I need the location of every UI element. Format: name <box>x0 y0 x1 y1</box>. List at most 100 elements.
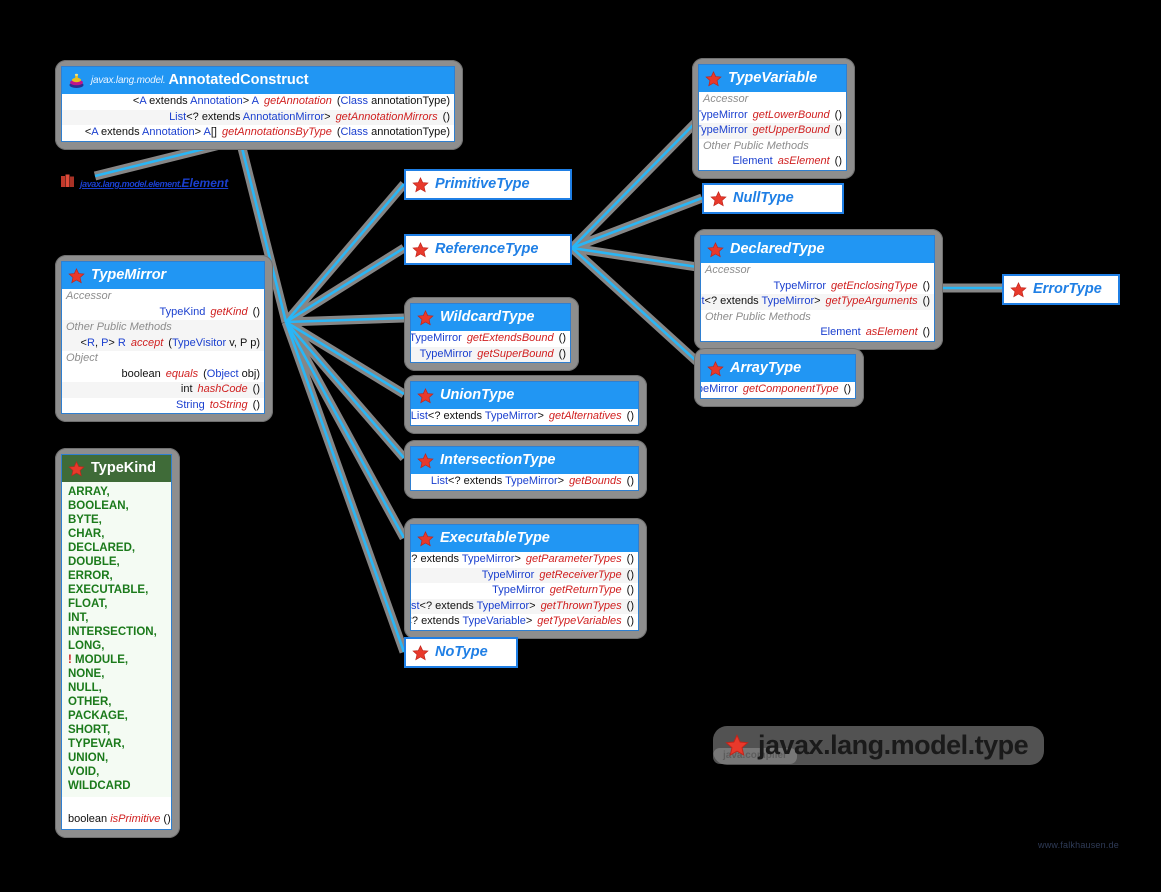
member-row[interactable]: TypeMirror getLowerBound () <box>699 108 846 124</box>
member-type: String <box>176 398 205 411</box>
enum-constant[interactable]: SHORT, <box>68 723 165 737</box>
class-box-type-mirror[interactable]: TypeMirror Accessor TypeKind getKind () … <box>55 255 273 422</box>
member-name: isPrimitive <box>110 813 161 825</box>
enum-constant[interactable]: VOID, <box>68 765 165 779</box>
class-box-null-type[interactable]: NullType <box>702 183 844 214</box>
class-box-intersection-type[interactable]: IntersectionType List<? extends TypeMirr… <box>404 440 647 499</box>
class-inner: WildcardType TypeMirror getExtendsBound … <box>410 303 571 363</box>
member-row[interactable]: TypeKind getKind () <box>62 305 264 321</box>
member-type: TypeMirror <box>701 383 738 395</box>
member-row[interactable]: <A extends Annotation> A getAnnotation (… <box>62 94 454 110</box>
enum-constant[interactable]: BYTE, <box>68 513 165 527</box>
class-box-annotated-construct[interactable]: javax.lang.model. AnnotatedConstruct <A e… <box>55 60 463 150</box>
member-row[interactable]: List<? extends TypeMirror> getThrownType… <box>410 598 638 614</box>
class-box-error-type[interactable]: ErrorType <box>1002 274 1120 305</box>
member-name: getAnnotationMirrors <box>335 110 438 123</box>
enum-constant[interactable]: LONG, <box>68 639 165 653</box>
enum-divider <box>62 797 171 809</box>
interface-star-icon <box>412 644 429 661</box>
member-name: asElement <box>865 326 918 338</box>
member-row[interactable]: String toString () <box>62 398 264 414</box>
external-ref-package: javax.lang.model.element. <box>80 179 182 189</box>
enum-constant[interactable]: NULL, <box>68 681 165 695</box>
member-row[interactable]: List<? extends TypeMirror> getAlternativ… <box>411 409 638 425</box>
class-inner: TypeMirror Accessor TypeKind getKind () … <box>61 261 265 414</box>
external-ref-label[interactable]: javax.lang.model.element.Element <box>80 176 228 190</box>
member-row[interactable]: TypeMirror getReceiverType () <box>411 567 638 583</box>
enum-constant[interactable]: UNION, <box>68 751 165 765</box>
member-list: List<? extends TypeMirror> getParameterT… <box>411 552 638 630</box>
class-box-no-type[interactable]: NoType <box>404 637 518 668</box>
enum-constant[interactable]: FLOAT, <box>68 597 165 611</box>
member-row[interactable]: List<? extends TypeMirror> getParameterT… <box>411 552 638 568</box>
enum-constant[interactable]: DECLARED, <box>68 541 165 555</box>
member-row[interactable]: Element asElement () <box>701 325 934 341</box>
class-header: NullType <box>704 185 842 212</box>
enum-constant-module[interactable]: ! MODULE, <box>68 653 165 667</box>
class-box-declared-type[interactable]: DeclaredType Accessor TypeMirror getEncl… <box>694 229 943 350</box>
member-args: () <box>252 398 260 411</box>
member-row[interactable]: List<? extends TypeMirror> getBounds () <box>411 474 638 490</box>
class-box-type-kind[interactable]: TypeKind ARRAY, BOOLEAN, BYTE, CHAR, DEC… <box>55 448 180 838</box>
member-row[interactable]: <R, P> R accept (TypeVisitor v, P p) <box>62 335 264 351</box>
class-header: TypeMirror <box>62 262 264 289</box>
enum-constant[interactable]: INTERSECTION, <box>68 625 165 639</box>
class-inner: PrimitiveType <box>404 169 572 200</box>
member-row[interactable]: List<? extends TypeMirror> getTypeArgume… <box>701 294 934 310</box>
member-row[interactable]: List<? extends AnnotationMirror> getAnno… <box>62 109 454 125</box>
class-box-union-type[interactable]: UnionType List<? extends TypeMirror> get… <box>404 375 647 434</box>
member-type: int <box>180 383 193 395</box>
class-name: TypeVariable <box>728 70 818 86</box>
enum-constant[interactable]: NONE, <box>68 667 165 681</box>
interface-star-icon <box>707 241 724 258</box>
member-type: TypeMirror <box>698 124 748 136</box>
member-row[interactable]: List<? extends TypeVariable> getTypeVari… <box>411 614 638 630</box>
member-list: <A extends Annotation> A getAnnotation (… <box>62 94 454 141</box>
member-name: getComponentType <box>742 383 839 395</box>
member-row[interactable]: TypeMirror getExtendsBound () <box>411 331 570 347</box>
class-box-array-type[interactable]: ArrayType TypeMirror getComponentType () <box>694 348 864 407</box>
enum-constant[interactable]: ARRAY, <box>68 485 165 499</box>
enum-constant[interactable]: DOUBLE, <box>68 555 165 569</box>
enum-constant[interactable]: EXECUTABLE, <box>68 583 165 597</box>
member-type: List<? extends TypeMirror> <box>410 599 536 612</box>
class-box-primitive-type[interactable]: PrimitiveType <box>404 169 572 200</box>
member-args: () <box>834 108 842 121</box>
member-row[interactable]: TypeMirror getEnclosingType () <box>701 279 934 295</box>
enum-constant[interactable]: CHAR, <box>68 527 165 541</box>
member-args: () <box>922 295 930 307</box>
enum-constant[interactable]: INT, <box>68 611 165 625</box>
member-name: hashCode <box>197 383 248 395</box>
enum-footer-method[interactable]: boolean isPrimitive () <box>62 809 171 829</box>
class-inner: UnionType List<? extends TypeMirror> get… <box>410 381 639 426</box>
enum-constant[interactable]: OTHER, <box>68 695 165 709</box>
member-row[interactable]: TypeMirror getSuperBound () <box>411 346 570 362</box>
package-title: javax.lang.model.type <box>758 730 1029 760</box>
member-args: () <box>626 615 634 627</box>
member-row[interactable]: Element asElement () <box>699 154 846 170</box>
member-args: () <box>163 813 171 825</box>
enum-constant[interactable]: BOOLEAN, <box>68 499 165 513</box>
external-ref-element[interactable]: javax.lang.model.element.Element <box>60 172 228 194</box>
enum-constant[interactable]: ERROR, <box>68 569 165 583</box>
member-type: TypeMirror <box>481 568 535 581</box>
member-row[interactable]: int hashCode () <box>62 382 264 398</box>
enum-constant[interactable]: TYPEVAR, <box>68 737 165 751</box>
class-box-wildcard-type[interactable]: WildcardType TypeMirror getExtendsBound … <box>404 297 579 371</box>
member-row[interactable]: boolean equals (Object obj) <box>62 367 264 383</box>
enum-constant[interactable]: PACKAGE, <box>68 709 165 723</box>
class-inner: ExecutableType List<? extends TypeMirror… <box>410 524 639 631</box>
class-box-type-variable[interactable]: TypeVariable Accessor TypeMirror getLowe… <box>692 58 855 179</box>
member-row[interactable]: TypeMirror getReturnType () <box>411 583 638 599</box>
member-list: Accessor TypeMirror getEnclosingType () … <box>701 263 934 341</box>
member-row[interactable]: <A extends Annotation> A[] getAnnotation… <box>62 125 454 141</box>
enum-constant[interactable]: WILDCARD <box>68 779 165 793</box>
class-inner: TypeKind ARRAY, BOOLEAN, BYTE, CHAR, DEC… <box>61 454 172 830</box>
member-type: List<? extends TypeMirror> <box>701 295 821 307</box>
annotation-rings-icon <box>68 73 85 89</box>
member-row[interactable]: TypeMirror getUpperBound () <box>699 123 846 139</box>
class-box-reference-type[interactable]: ReferenceType <box>404 234 572 265</box>
member-row[interactable]: TypeMirror getComponentType () <box>701 382 855 398</box>
class-box-executable-type[interactable]: ExecutableType List<? extends TypeMirror… <box>404 518 647 639</box>
member-name: getLowerBound <box>752 108 830 121</box>
